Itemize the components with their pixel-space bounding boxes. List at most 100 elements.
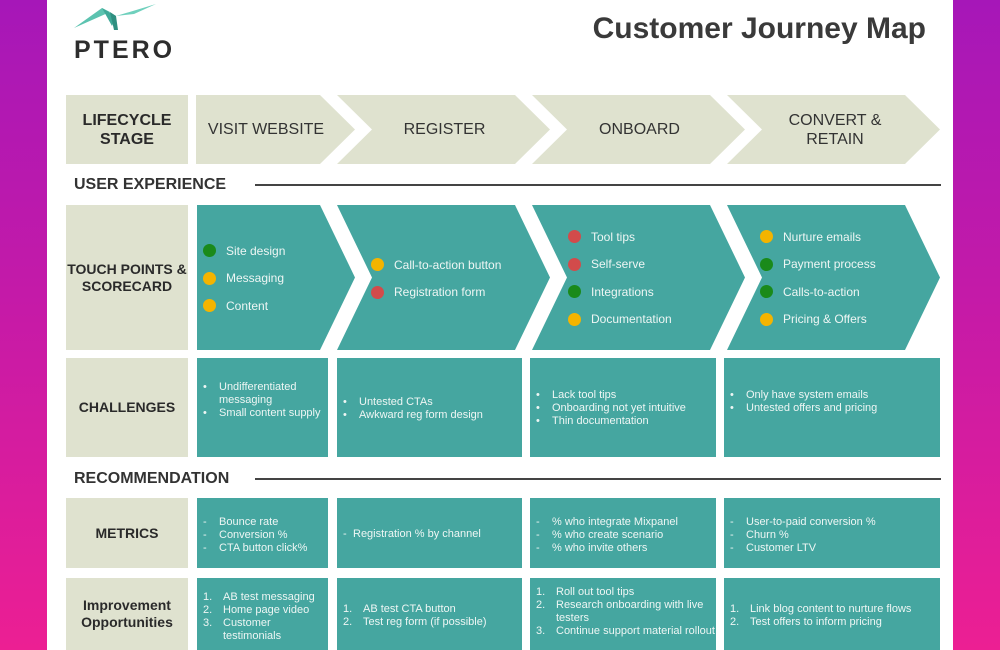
- status-dot-icon: [371, 285, 384, 299]
- list-item: - Conversion %: [197, 529, 328, 542]
- list-item: 1. AB test CTA button: [337, 603, 522, 616]
- touchpoint-item: Messaging: [203, 265, 285, 293]
- bullet-marker: -: [536, 542, 540, 554]
- touchpoint-item: Registration form: [371, 279, 501, 307]
- list-item: -% who create scenario: [530, 529, 716, 542]
- list-item-text: Onboarding not yet intuitive: [552, 402, 686, 414]
- list-item: 1. Roll out tool tips: [530, 586, 716, 599]
- status-dot-icon: [203, 299, 216, 313]
- metrics-visit-website: - Bounce rate - Conversion % - CTA button cli…: [197, 498, 328, 568]
- bullet-marker: •: [730, 389, 734, 401]
- touchpoint-item: Site design: [203, 237, 285, 265]
- bullet-marker: 2.: [536, 599, 546, 611]
- list-item-text: User-to-paid conversion %: [746, 516, 876, 528]
- touchpoints-register: Call-to-action button Registration form: [371, 251, 501, 306]
- list-item: 2. Research onboarding with live testers: [530, 599, 716, 625]
- bullet-marker: •: [343, 396, 347, 408]
- list-item: 3. Continue support material rollout: [530, 625, 716, 638]
- bullet-marker: •: [203, 381, 207, 393]
- bullet-marker: •: [343, 409, 347, 421]
- list-item-text: Conversion %: [219, 529, 288, 541]
- list-item: • Only have system emails: [724, 389, 940, 402]
- list-item-text: Churn %: [746, 529, 789, 541]
- section-divider: [255, 184, 941, 186]
- bullet-marker: -: [536, 529, 540, 541]
- improvements-convert-retain: 1. Link blog content to nurture flows 2. Te…: [724, 578, 940, 650]
- improvements-visit-website: 1. AB test messaging 2. Home page video 3. Cu…: [197, 578, 328, 650]
- list-item: • Awkward reg form design: [337, 409, 522, 422]
- list-item-text: Roll out tool tips: [556, 586, 635, 598]
- bullet-marker: 3.: [536, 625, 546, 637]
- list-item-text: Only have system emails: [746, 389, 869, 401]
- list-item: - Registration % by channel: [337, 528, 522, 541]
- list-item-text: Lack tool tips: [552, 389, 617, 401]
- bullet-marker: 2.: [343, 616, 353, 628]
- list-item-text: Untested CTAs: [359, 396, 433, 408]
- bullet-marker: -: [203, 529, 207, 541]
- status-dot-icon: [568, 230, 581, 244]
- touchpoint-item: Pricing & Offers: [760, 306, 876, 334]
- list-item-text: Untested offers and pricing: [746, 402, 878, 414]
- list-item: • Lack tool tips: [530, 389, 716, 402]
- list-item-text: Registration % by channel: [353, 528, 481, 540]
- list-item-text: % who integrate Mixpanel: [552, 516, 678, 528]
- list-item: • Onboarding not yet intuitive: [530, 402, 716, 415]
- touchpoints-convert-retain: Nurture emails Payment process Calls-to-…: [760, 223, 876, 333]
- touch-points-label: TOUCH POINTS & SCORECARD: [66, 205, 188, 350]
- stage-onboard: ONBOARD: [599, 121, 680, 138]
- list-item: 2. Test offers to inform pricing: [724, 616, 940, 629]
- list-item-text: Thin documentation: [552, 415, 649, 427]
- bullet-marker: 1.: [343, 603, 353, 615]
- list-item: 3. Customer testimonials: [197, 617, 328, 643]
- list-item: • Undifferentiated messaging: [197, 381, 328, 407]
- list-item-text: Undifferentiated messaging: [219, 381, 297, 406]
- list-item: -% who integrate Mixpanel: [530, 516, 716, 529]
- bullet-marker: •: [536, 415, 540, 427]
- bullet-marker: -: [730, 516, 734, 528]
- touchpoint-item: Integrations: [568, 278, 672, 306]
- section-user-experience: USER EXPERIENCE: [74, 176, 227, 193]
- touchpoint-item: Documentation: [568, 306, 672, 334]
- metrics-onboard: -% who integrate Mixpanel -% who create s…: [530, 498, 716, 568]
- list-item: 2. Home page video: [197, 604, 328, 617]
- status-dot-icon: [568, 285, 581, 299]
- status-dot-icon: [760, 312, 773, 326]
- metrics-label: METRICS: [66, 498, 188, 568]
- list-item-text: Research onboarding with live testers: [556, 599, 704, 624]
- challenges-onboard: • Lack tool tips • Onboarding not yet intui…: [530, 358, 716, 457]
- touchpoint-item: Call-to-action button: [371, 251, 501, 279]
- list-item: - User-to-paid conversion %: [724, 516, 940, 529]
- status-dot-icon: [568, 257, 581, 271]
- touchpoint-item: Tool tips: [568, 223, 672, 251]
- metrics-register: - Registration % by channel: [337, 498, 522, 568]
- list-item-text: Small content supply: [219, 407, 321, 419]
- stage-convert-retain: CONVERT & RETAIN: [788, 111, 882, 148]
- status-dot-icon: [203, 244, 216, 258]
- challenges-convert-retain: • Only have system emails • Untested offers…: [724, 358, 940, 457]
- bullet-marker: •: [536, 389, 540, 401]
- list-item-text: Customer LTV: [746, 542, 817, 554]
- metrics-convert-retain: - User-to-paid conversion % - Churn % - Custo…: [724, 498, 940, 568]
- list-item: - Bounce rate: [197, 516, 328, 529]
- bullet-marker: -: [343, 528, 347, 540]
- list-item-text: % who invite others: [552, 542, 648, 554]
- bullet-marker: 1.: [730, 603, 740, 615]
- list-item-text: AB test messaging: [223, 591, 315, 603]
- touchpoints-onboard: Tool tips Self-serve Integrations Docume…: [568, 223, 672, 333]
- list-item-text: Test reg form (if possible): [363, 616, 487, 628]
- touchpoint-item: Self-serve: [568, 251, 672, 279]
- stage-visit-website: VISIT WEBSITE: [207, 121, 325, 138]
- improvements-register: 1. AB test CTA button 2. Test reg form (if …: [337, 578, 522, 650]
- touchpoint-item: Content: [203, 292, 285, 320]
- list-item-text: Customer testimonials: [223, 617, 282, 642]
- list-item: • Thin documentation: [530, 415, 716, 428]
- status-dot-icon: [568, 312, 581, 326]
- bullet-marker: •: [536, 402, 540, 414]
- challenges-visit-website: • Undifferentiated messaging • Small conten…: [197, 358, 328, 457]
- list-item: - Customer LTV: [724, 542, 940, 555]
- improvement-opportunities-label: Improvement Opportunities: [66, 578, 188, 650]
- improvements-onboard: 1. Roll out tool tips 2. Research onboardin…: [530, 578, 716, 650]
- bullet-marker: 2.: [730, 616, 740, 628]
- list-item-text: Home page video: [223, 604, 310, 616]
- touchpoints-visit-website: Site design Messaging Content: [203, 237, 285, 320]
